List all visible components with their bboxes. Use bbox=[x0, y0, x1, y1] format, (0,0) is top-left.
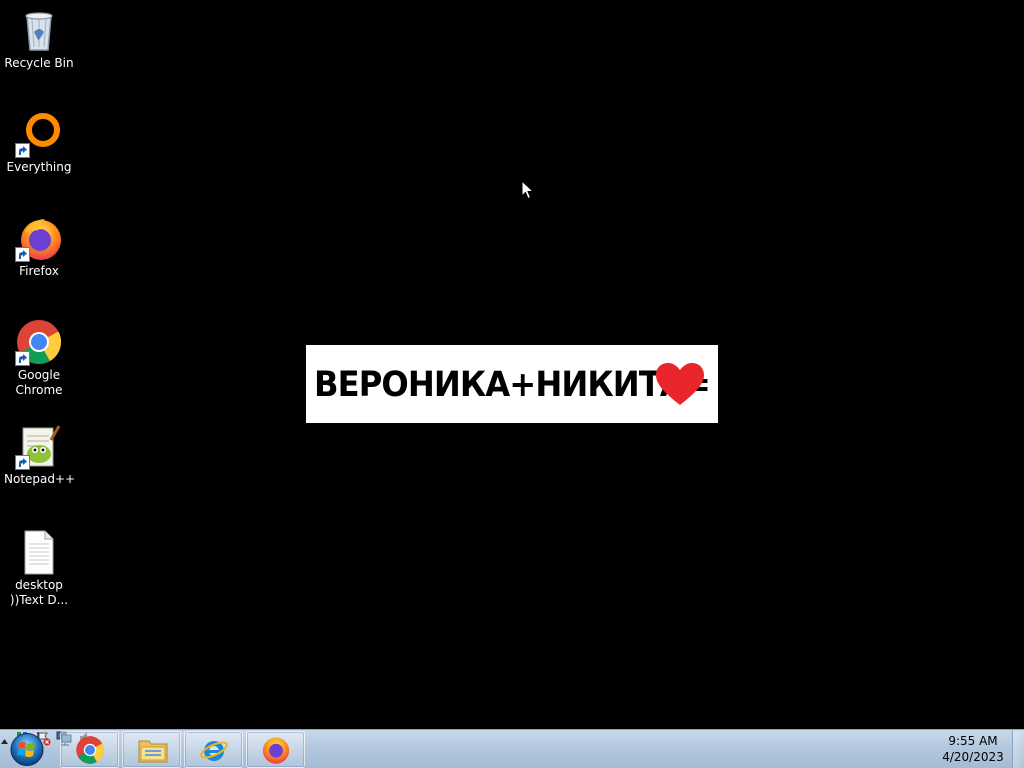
shortcut-arrow-icon bbox=[15, 351, 30, 366]
shortcut-arrow-icon bbox=[15, 455, 30, 470]
chrome-icon bbox=[76, 736, 104, 764]
notepad-plus-plus-icon bbox=[15, 422, 63, 470]
desktop-icon-recycle-bin[interactable]: Recycle Bin bbox=[4, 6, 74, 71]
everything-icon bbox=[15, 110, 63, 158]
firefox-icon bbox=[262, 737, 290, 764]
desktop-icon-firefox[interactable]: Firefox bbox=[4, 214, 74, 279]
firefox-icon bbox=[15, 214, 63, 262]
desktop-icon-label: Google Chrome bbox=[15, 368, 63, 397]
taskbar-firefox-button[interactable] bbox=[246, 731, 305, 768]
desktop-icon-notepad-plus-plus[interactable]: Notepad++ bbox=[4, 422, 76, 487]
taskbar-file-explorer-button[interactable] bbox=[122, 731, 181, 768]
taskbar: 9:55 AM 4/20/2023 bbox=[0, 729, 1024, 768]
chrome-icon bbox=[15, 318, 63, 366]
desktop-icon-label: Firefox bbox=[19, 264, 59, 278]
file-explorer-icon bbox=[138, 740, 168, 763]
windows-start-orb-icon bbox=[10, 733, 44, 766]
desktop-icon-label: Recycle Bin bbox=[4, 56, 74, 70]
desktop-icon-label: desktop ))Text D... bbox=[9, 578, 69, 607]
text-document-icon bbox=[15, 528, 63, 576]
desktop-icon-google-chrome[interactable]: Google Chrome bbox=[4, 318, 74, 398]
mouse-cursor-icon bbox=[521, 180, 535, 200]
desktop-icon-everything[interactable]: Everything bbox=[4, 110, 74, 175]
internet-explorer-icon bbox=[200, 741, 228, 761]
clock-date: 4/20/2023 bbox=[942, 750, 1004, 764]
clock-time: 9:55 AM bbox=[948, 734, 998, 748]
heart-icon bbox=[656, 363, 704, 405]
start-button[interactable] bbox=[4, 731, 50, 768]
taskbar-chrome-button[interactable] bbox=[60, 731, 119, 768]
shortcut-arrow-icon bbox=[15, 143, 30, 158]
clock[interactable]: 9:55 AM 4/20/2023 bbox=[936, 733, 1010, 765]
show-desktop-button[interactable] bbox=[1012, 730, 1024, 768]
wallpaper-text: ВЕРОНИКА+НИКИТА= bbox=[314, 365, 711, 405]
recycle-bin-icon bbox=[15, 6, 63, 54]
taskbar-internet-explorer-button[interactable] bbox=[184, 731, 243, 768]
wallpaper-banner: ВЕРОНИКА+НИКИТА= bbox=[306, 345, 718, 423]
desktop-icon-label: Everything bbox=[6, 160, 72, 174]
desktop-icon-text-document[interactable]: desktop ))Text D... bbox=[4, 528, 74, 608]
shortcut-arrow-icon bbox=[15, 247, 30, 262]
desktop-icon-label: Notepad++ bbox=[4, 472, 76, 486]
desktop: Recycle Bin Everything Firefox Google Ch… bbox=[0, 0, 1024, 729]
